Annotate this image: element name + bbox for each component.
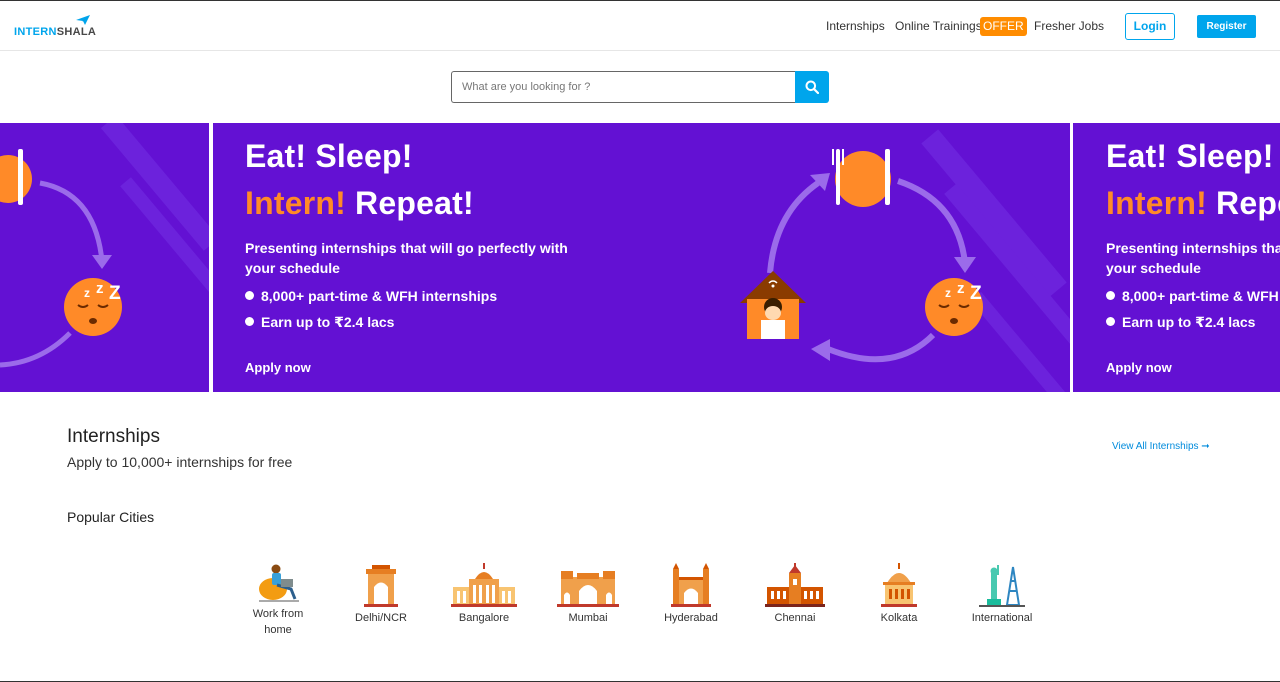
next-banner-description-line-1: Presenting internships that will go perf… (1106, 240, 1280, 256)
search-input[interactable] (451, 71, 796, 103)
next-banner-headline-1: Eat! Sleep! (1106, 138, 1274, 174)
search-bar (451, 71, 829, 103)
internshala-logo[interactable]: INTERNSHALA (14, 14, 96, 40)
city-label-bangalore: Bangalore (458, 612, 510, 624)
logo-text-accent: SHALA (56, 26, 97, 38)
india-gate-icon (364, 565, 398, 607)
next-banner-bullet-2: Earn up to ₹2.4 lacs (1106, 314, 1255, 331)
svg-text:z: z (96, 280, 104, 297)
nav-fresher-jobs[interactable]: Fresher Jobs (1034, 19, 1104, 33)
popular-cities-heading: Popular Cities (67, 509, 155, 525)
banner-bullet-2: Earn up to ₹2.4 lacs (245, 314, 394, 331)
search-button[interactable] (795, 71, 829, 103)
svg-text:Z: Z (970, 283, 982, 304)
city-chennai[interactable]: Chennai (755, 563, 835, 626)
banner-carousel[interactable]: z z Z Eat! Sleep! Intern! Repeat! Presen… (0, 123, 1280, 392)
next-banner-bullet-1: 8,000+ part-time & WFH internships (1106, 288, 1280, 304)
city-work-from-home[interactable]: Work from home (238, 563, 318, 638)
next-banner-headline-accent: Intern! (1106, 185, 1207, 221)
banner-apply-now[interactable]: Apply now (245, 360, 311, 375)
city-label-work-from-home: Work from home (238, 606, 318, 638)
banner-headline-rest: Repeat! (355, 185, 474, 221)
city-label-hyderabad: Hyderabad (664, 612, 718, 624)
gateway-of-india-icon (557, 571, 619, 607)
login-button[interactable]: Login (1125, 13, 1175, 40)
next-banner-headline-2: Intern! Repeat! (1106, 185, 1280, 222)
internships-heading: Internships (67, 426, 160, 447)
banner-headline-accent: Intern! (245, 185, 346, 221)
work-from-home-icon (259, 564, 299, 602)
city-label-chennai: Chennai (774, 612, 816, 624)
search-icon (805, 80, 819, 94)
chennai-central-icon (765, 563, 825, 607)
banner-slide-main[interactable]: Eat! Sleep! Intern! Repeat! Presenting i… (213, 123, 1070, 392)
city-label-mumbai: Mumbai (568, 612, 608, 624)
offer-badge[interactable]: OFFER (980, 17, 1027, 36)
paper-plane-icon (76, 15, 90, 25)
eat-sleep-intern-cycle-illustration: z z Z (740, 149, 983, 363)
banner-headline-2: Intern! Repeat! (245, 185, 474, 222)
banner-bullet-1: 8,000+ part-time & WFH internships (245, 288, 497, 304)
banner-description-line-2: your schedule (245, 260, 340, 276)
victoria-memorial-icon (881, 563, 917, 607)
banner-slide-previous[interactable]: z z Z (0, 123, 209, 392)
city-bangalore[interactable]: Bangalore (444, 563, 524, 626)
next-banner-headline-rest: Repeat! (1216, 185, 1280, 221)
city-delhi-ncr[interactable]: Delhi/NCR (341, 563, 421, 626)
city-label-international: International (971, 612, 1033, 624)
cycle-illustration: z z Z (0, 149, 122, 368)
internships-subheading: Apply to 10,000+ internships for free (67, 454, 293, 470)
banner-slide-next[interactable]: Eat! Sleep! Intern! Repeat! Presenting i… (1073, 123, 1280, 392)
svg-text:Z: Z (109, 283, 121, 304)
svg-text:z: z (957, 280, 965, 297)
logo-text-main: INTERN (14, 26, 57, 38)
city-kolkata[interactable]: Kolkata (859, 563, 939, 626)
city-hyderabad[interactable]: Hyderabad (651, 563, 731, 626)
svg-text:z: z (945, 286, 951, 300)
nav-internships[interactable]: Internships (826, 19, 885, 33)
city-label-work-from-home-line-2: home (264, 624, 292, 636)
charminar-icon (671, 563, 711, 607)
city-international[interactable]: International (962, 563, 1042, 626)
nav-online-trainings[interactable]: Online Trainings (895, 19, 982, 33)
banner-description-line-1: Presenting internships that will go perf… (245, 240, 568, 256)
statue-of-liberty-icon (979, 565, 1025, 607)
svg-text:z: z (84, 286, 90, 300)
next-banner-description-line-2: your schedule (1106, 260, 1201, 276)
page: INTERNSHALA Internships Online Trainings… (0, 0, 1280, 682)
city-label-delhi-ncr: Delhi/NCR (355, 612, 407, 624)
banner-headline-1: Eat! Sleep! (245, 138, 413, 174)
next-banner-apply-now[interactable]: Apply now (1106, 360, 1172, 375)
logo-text: INTERNSHALA (14, 26, 96, 38)
register-button[interactable]: Register (1197, 15, 1256, 38)
city-label-work-from-home-line-1: Work from (252, 608, 304, 620)
vidhana-soudha-icon (451, 563, 517, 607)
city-label-kolkata: Kolkata (880, 612, 918, 624)
view-all-internships-link[interactable]: View All Internships ➞ (1112, 441, 1210, 452)
banner-description: Presenting internships that will go perf… (245, 238, 605, 278)
top-header: INTERNSHALA Internships Online Trainings… (0, 1, 1280, 51)
city-mumbai[interactable]: Mumbai (548, 563, 628, 626)
next-banner-description: Presenting internships that will go perf… (1106, 238, 1280, 278)
